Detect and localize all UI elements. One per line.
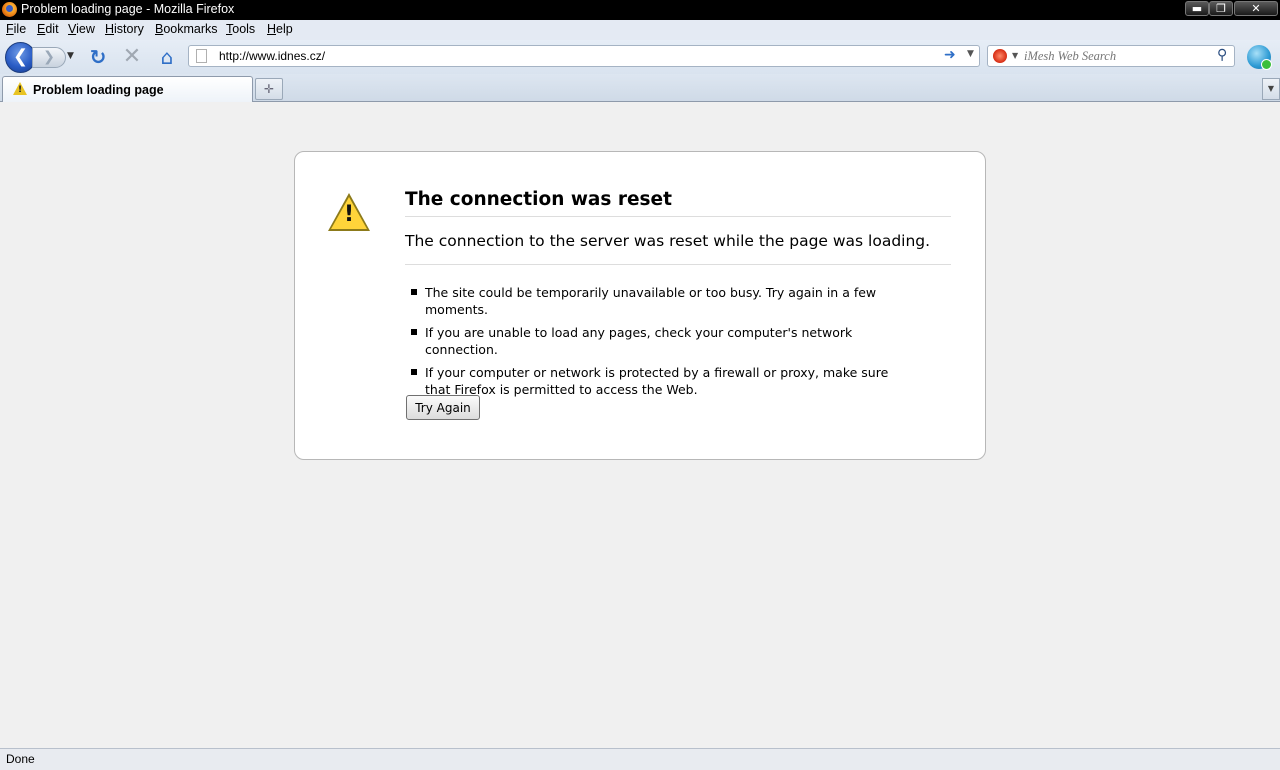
- try-again-button[interactable]: Try Again: [406, 395, 480, 420]
- plus-icon: ✛: [263, 82, 275, 96]
- search-engine-icon[interactable]: [993, 49, 1007, 63]
- search-bar[interactable]: ▼ ⚲: [987, 45, 1235, 67]
- bullet-icon: [411, 329, 417, 335]
- close-button[interactable]: ✕: [1234, 1, 1278, 16]
- stop-icon[interactable]: ✕: [121, 46, 143, 68]
- page-icon: [196, 49, 207, 63]
- navigation-toolbar: ❮ ❯ ▼ ↻ ✕ ⌂ http://www.idnes.cz/ ➜ ▼ ▼ ⚲: [0, 40, 1280, 74]
- magnifier-icon[interactable]: ⚲: [1217, 47, 1227, 63]
- title-bar: Problem loading page - Mozilla Firefox ▬…: [0, 0, 1280, 20]
- page-content: ! The connection was reset The connectio…: [0, 102, 1280, 748]
- firefox-logo-icon: [2, 2, 17, 17]
- new-tab-button[interactable]: ✛: [255, 78, 283, 100]
- bullet-icon: [411, 369, 417, 375]
- forward-button[interactable]: ❯: [32, 47, 66, 68]
- tab-list-button[interactable]: ▼: [1262, 78, 1280, 100]
- tab-problem-loading-page[interactable]: ! Problem loading page: [2, 76, 253, 102]
- menu-edit[interactable]: Edit: [37, 22, 59, 36]
- arrow-right-icon: ❯: [43, 49, 55, 65]
- url-dropdown-icon[interactable]: ▼: [967, 49, 974, 59]
- search-input[interactable]: [1024, 48, 1210, 64]
- home-icon[interactable]: ⌂: [156, 46, 178, 68]
- error-title: The connection was reset: [405, 189, 951, 217]
- error-description: The connection to the server was reset w…: [405, 232, 951, 265]
- window-title: Problem loading page - Mozilla Firefox: [21, 2, 235, 16]
- arrow-left-icon: ❮: [12, 46, 29, 67]
- search-engine-dropdown-icon[interactable]: ▼: [1012, 51, 1018, 60]
- menu-view[interactable]: View: [68, 22, 95, 36]
- list-item: If your computer or network is protected…: [405, 364, 925, 398]
- maximize-button[interactable]: ❐: [1209, 1, 1233, 16]
- menu-bar: File Edit View History Bookmarks Tools H…: [0, 20, 1280, 40]
- bullet-icon: [411, 289, 417, 295]
- reload-icon[interactable]: ↻: [87, 46, 109, 68]
- menu-help[interactable]: Help: [267, 22, 293, 36]
- status-bar: Done: [0, 748, 1280, 770]
- go-arrow-icon[interactable]: ➜: [944, 47, 956, 63]
- list-item: If you are unable to load any pages, che…: [405, 324, 925, 358]
- minimize-button[interactable]: ▬: [1185, 1, 1209, 16]
- list-item: The site could be temporarily unavailabl…: [405, 284, 925, 318]
- imesh-icon[interactable]: [1247, 45, 1272, 70]
- url-text[interactable]: http://www.idnes.cz/: [219, 49, 325, 63]
- menu-history[interactable]: History: [105, 22, 144, 36]
- tab-bar: ! Problem loading page ✛ ▼: [0, 74, 1280, 102]
- url-bar[interactable]: http://www.idnes.cz/ ➜ ▼: [188, 45, 980, 67]
- tab-label: Problem loading page: [33, 83, 164, 97]
- menu-tools[interactable]: Tools: [226, 22, 255, 36]
- error-box: ! The connection was reset The connectio…: [294, 151, 986, 460]
- history-dropdown-icon[interactable]: ▼: [67, 51, 74, 61]
- error-suggestion-list: The site could be temporarily unavailabl…: [405, 284, 925, 404]
- chevron-down-icon: ▼: [1267, 84, 1275, 93]
- menu-bookmarks[interactable]: Bookmarks: [155, 22, 218, 36]
- status-text: Done: [6, 752, 35, 766]
- menu-file[interactable]: File: [6, 22, 26, 36]
